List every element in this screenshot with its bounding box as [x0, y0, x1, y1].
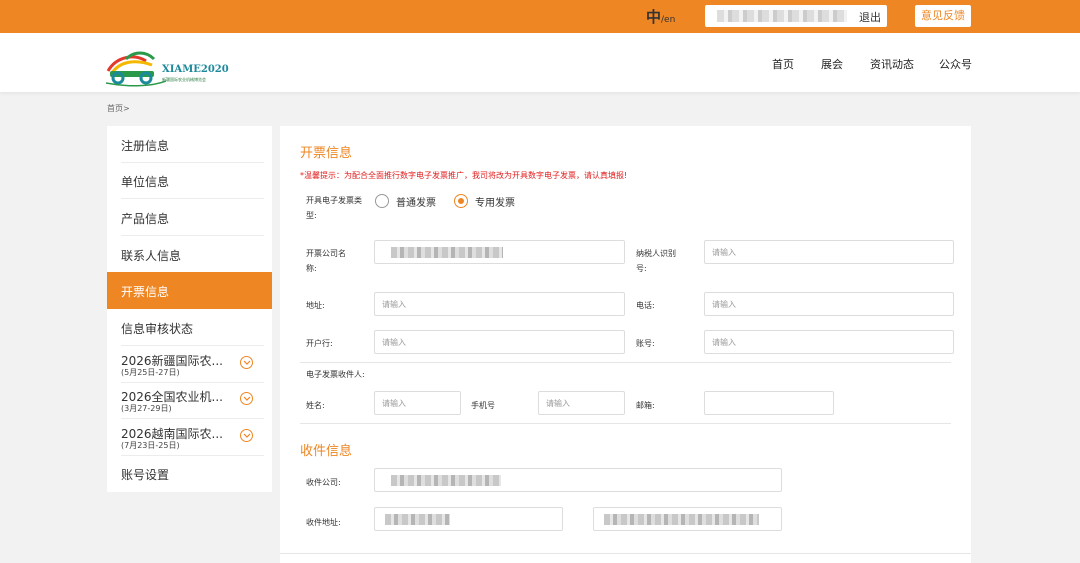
blurred-value	[391, 475, 501, 486]
chevron-down-icon[interactable]	[240, 392, 253, 405]
nav-wechat[interactable]: 公众号	[939, 56, 972, 72]
logo-subtitle: 新疆国际农业机械博览会	[162, 77, 206, 82]
recipient-mobile-label: 手机号	[471, 401, 495, 410]
radio-circle[interactable]	[375, 194, 389, 208]
shipping-company-field[interactable]	[374, 468, 782, 492]
sidebar-item-label: 开票信息	[121, 285, 170, 299]
chevron-down-icon[interactable]	[240, 429, 253, 442]
shipping-company-label: 收件公司:	[306, 478, 341, 487]
sidebar: 注册信息 单位信息 产品信息 联系人信息 开票信息 信息审核状态 2026新疆国…	[107, 126, 272, 492]
blurred-username	[717, 10, 847, 22]
logo-text: XIAME2020	[162, 64, 229, 75]
phone-input[interactable]	[704, 292, 954, 316]
invoice-type-label: 开具电子发票类型:	[306, 196, 362, 220]
bank-input[interactable]	[374, 330, 625, 354]
sidebar-expo-national[interactable]: 2026全国农业机... (3月27-29日)	[107, 382, 272, 419]
recipient-name-label: 姓名:	[306, 401, 325, 410]
sidebar-item-label: 单位信息	[121, 175, 170, 189]
sidebar-item-label: 联系人信息	[121, 249, 182, 263]
site-logo[interactable]: XIAME2020 新疆国际农业机械博览会	[105, 47, 229, 87]
blurred-value	[604, 514, 759, 525]
company-name-field[interactable]	[374, 240, 625, 264]
invoice-section-title: 开票信息	[300, 146, 353, 161]
nav-home[interactable]: 首页	[772, 56, 794, 72]
sidebar-item-label: 账号设置	[121, 468, 170, 482]
recipient-email-input[interactable]	[704, 391, 834, 415]
account-number-label: 账号:	[636, 339, 655, 348]
logout-button[interactable]: 退出	[859, 9, 881, 25]
nav-news[interactable]: 资讯动态	[870, 56, 914, 72]
radio-label: 专用发票	[475, 198, 515, 209]
sidebar-item-company[interactable]: 单位信息	[107, 162, 272, 199]
account-number-input[interactable]	[704, 330, 954, 354]
divider	[280, 553, 971, 554]
sidebar-item-products[interactable]: 产品信息	[107, 199, 272, 236]
divider	[300, 423, 951, 424]
sidebar-expo-xinjiang[interactable]: 2026新疆国际农... (5月25日-27日)	[107, 346, 272, 383]
sidebar-item-label: 产品信息	[121, 212, 170, 226]
expo-date: (7月23日-25日)	[121, 441, 180, 450]
address-input[interactable]	[374, 292, 625, 316]
divider	[300, 362, 951, 363]
language-switch[interactable]: 中/en	[646, 6, 675, 27]
chevron-down-icon[interactable]	[240, 356, 253, 369]
tax-id-label: 纳税人识别号:	[636, 249, 676, 273]
sidebar-item-contacts[interactable]: 联系人信息	[107, 236, 272, 273]
invoice-panel: 开票信息 *温馨提示：为配合全面推行数字电子发票推广，我司将改为开具数字电子发票…	[280, 126, 971, 563]
user-box: 退出	[705, 5, 887, 27]
sidebar-item-account-settings[interactable]: 账号设置	[107, 455, 272, 492]
feedback-button[interactable]: 意见反馈	[915, 5, 971, 27]
recipient-email-label: 邮箱:	[636, 401, 655, 410]
sidebar-item-registration[interactable]: 注册信息	[107, 126, 272, 163]
address-label: 地址:	[306, 301, 325, 310]
shipping-address-label: 收件地址:	[306, 518, 341, 527]
blurred-value	[391, 247, 503, 258]
phone-label: 电话:	[636, 301, 655, 310]
site-header: XIAME2020 新疆国际农业机械博览会 首页 展会 资讯动态 公众号	[0, 33, 1080, 92]
lang-en[interactable]: /en	[661, 15, 675, 25]
invoice-notice: *温馨提示：为配合全面推行数字电子发票推广，我司将改为开具数字电子发票，请认真填…	[300, 171, 628, 180]
shipping-address-detail-field[interactable]	[593, 507, 782, 531]
bank-label: 开户行:	[306, 339, 333, 348]
shipping-section-title: 收件信息	[300, 444, 353, 459]
sidebar-item-label: 注册信息	[121, 139, 170, 153]
sidebar-item-invoice[interactable]: 开票信息	[107, 272, 272, 309]
lang-zh[interactable]: 中	[646, 8, 661, 26]
sidebar-item-review-status[interactable]: 信息审核状态	[107, 309, 272, 346]
logo-car-icon	[105, 51, 167, 87]
company-name-label: 开票公司名称:	[306, 249, 346, 273]
sidebar-item-label: 信息审核状态	[121, 322, 194, 336]
sidebar-expo-vietnam[interactable]: 2026越南国际农... (7月23日-25日)	[107, 419, 272, 456]
expo-date: (3月27-29日)	[121, 404, 172, 413]
top-bar: 中/en 退出 意见反馈	[0, 0, 1080, 33]
blurred-value	[385, 514, 450, 525]
recipient-heading: 电子发票收件人:	[306, 370, 365, 379]
tax-id-input[interactable]	[704, 240, 954, 264]
recipient-mobile-input[interactable]	[538, 391, 625, 415]
shipping-address-province-field[interactable]	[374, 507, 563, 531]
radio-label: 普通发票	[396, 198, 436, 209]
radio-circle[interactable]	[454, 194, 468, 208]
recipient-name-input[interactable]	[374, 391, 461, 415]
expo-date: (5月25日-27日)	[121, 368, 180, 377]
nav-expo[interactable]: 展会	[821, 56, 843, 72]
breadcrumb[interactable]: 首页>	[107, 103, 130, 114]
